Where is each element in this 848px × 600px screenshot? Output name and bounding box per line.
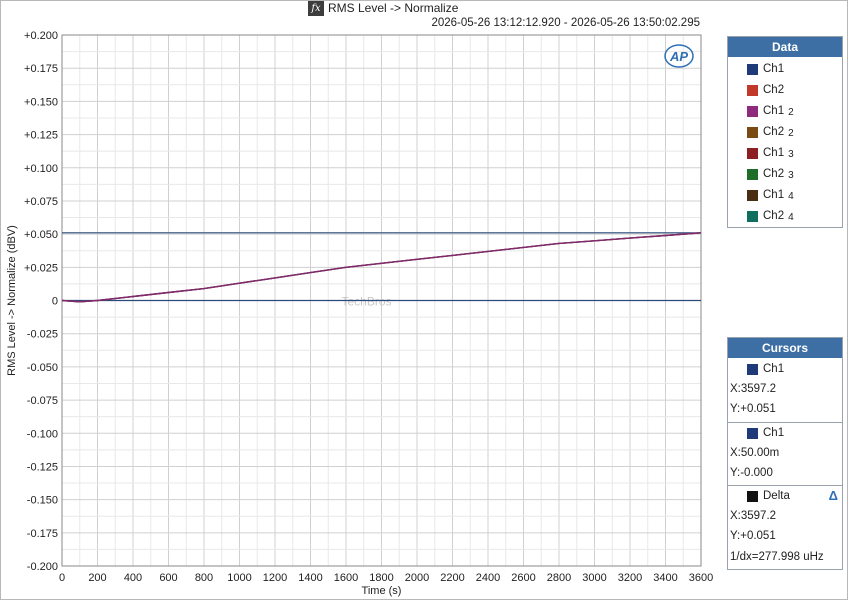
legend-swatch [747, 84, 758, 96]
legend-suffix: 2 [788, 127, 794, 139]
x-tick-label: 1000 [227, 572, 251, 584]
x-tick-label: 1200 [263, 572, 287, 584]
legend-item-ch1[interactable]: Ch1 [747, 61, 784, 77]
legend-label: Ch2 [763, 126, 785, 138]
y-tick-label: -0.125 [27, 461, 58, 473]
x-tick-label: 1600 [334, 572, 358, 584]
cursor-1-y: Y:+0.051 [730, 403, 776, 415]
legend-swatch [747, 63, 758, 75]
legend-item-ch1-2[interactable]: Ch1 2 [747, 103, 794, 119]
legend-item-ch2-2[interactable]: Ch2 2 [747, 124, 794, 140]
legend-swatch [747, 126, 758, 138]
legend-suffix: 3 [788, 169, 794, 181]
legend-label: Ch2 [763, 210, 785, 222]
y-tick-label: 0 [52, 296, 58, 308]
legend-label: Ch1 [763, 189, 785, 201]
legend-swatch [747, 189, 758, 201]
cursor-swatch [747, 427, 758, 439]
legend-item-ch1-3[interactable]: Ch1 3 [747, 145, 794, 161]
legend-item-ch2-4[interactable]: Ch2 4 [747, 208, 794, 224]
legend-suffix: 2 [788, 106, 794, 118]
legend-label: Ch1 [763, 105, 785, 117]
delta-name: Delta [747, 490, 790, 502]
x-tick-label: 2200 [440, 572, 464, 584]
legend-label: Ch1 [763, 63, 785, 75]
x-axis-label: Time (s) [362, 585, 402, 597]
y-tick-label: +0.100 [24, 163, 58, 175]
x-tick-label: 0 [59, 572, 65, 584]
x-tick-label: 1400 [298, 572, 322, 584]
legend-suffix: 3 [788, 148, 794, 160]
x-tick-label: 400 [124, 572, 142, 584]
cursor-1-block[interactable]: Ch1 X:3597.2 Y:+0.051 [728, 359, 842, 421]
cursor-1-x: X:3597.2 [730, 383, 777, 395]
x-tick-label: 2000 [405, 572, 429, 584]
legend-suffix: 4 [788, 211, 794, 223]
x-tick-label: 800 [195, 572, 213, 584]
ap-logo-text: AP [669, 49, 688, 64]
y-tick-label: +0.075 [24, 196, 58, 208]
legend-swatch [747, 105, 758, 117]
y-tick-label: +0.025 [24, 262, 58, 274]
cursor-2-y: Y:-0.000 [730, 467, 773, 479]
delta-y: Y:+0.051 [730, 530, 776, 542]
x-tick-label: 1800 [369, 572, 393, 584]
legend-label: Ch2 [763, 84, 785, 96]
x-tick-label: 200 [88, 572, 106, 584]
data-panel-header: Data [728, 37, 842, 57]
cursor-swatch [747, 363, 758, 375]
plot-svg[interactable]: 0 200 400 600 800 1000 1200 1400 1600 1800 2000 220… [0, 0, 720, 600]
legend-label: Ch1 [763, 147, 785, 159]
y-axis-label: RMS Level -> Normalize (dBV) [6, 225, 18, 376]
y-tick-label: +0.175 [24, 63, 58, 75]
y-tick-label: -0.150 [27, 495, 58, 507]
legend-suffix: 4 [788, 190, 794, 202]
x-tick-label: 2600 [511, 572, 535, 584]
delta-block[interactable]: Delta Δ X:3597.2 Y:+0.051 1/dx=277.998 u… [728, 485, 842, 570]
cursor-2-block[interactable]: Ch1 X:50.00m Y:-0.000 [728, 422, 842, 485]
legend-label: Ch2 [763, 168, 785, 180]
y-tick-label: +0.150 [24, 96, 58, 108]
cursor-label: Ch1 [763, 363, 785, 375]
y-tick-label: -0.025 [27, 329, 58, 341]
cursors-panel-header: Cursors [728, 338, 842, 358]
legend-item-ch2[interactable]: Ch2 [747, 82, 784, 98]
x-tick-label: 3200 [618, 572, 642, 584]
cursor-1-name: Ch1 [747, 363, 784, 375]
watermark-text: TechBros [342, 295, 392, 309]
legend-swatch [747, 147, 758, 159]
y-tick-label: -0.100 [27, 428, 58, 440]
x-tick-label: 3000 [582, 572, 606, 584]
data-panel: Data Ch1 Ch2 Ch1 2 Ch2 2 Ch1 3 Ch2 3 Ch1… [727, 36, 843, 228]
x-tick-label: 3600 [689, 572, 713, 584]
cursor-2-x: X:50.00m [730, 447, 780, 459]
delta-x: X:3597.2 [730, 510, 777, 522]
legend-swatch [747, 210, 758, 222]
delta-label: Delta [763, 490, 790, 502]
delta-swatch [747, 490, 758, 502]
y-tick-label: +0.050 [24, 229, 58, 241]
legend-swatch [747, 168, 758, 180]
x-tick-label: 2800 [547, 572, 571, 584]
x-tick-label: 600 [159, 572, 177, 584]
x-tick-label: 2400 [476, 572, 500, 584]
delta-icon[interactable]: Δ [829, 488, 838, 503]
y-tick-label: -0.200 [27, 561, 58, 573]
legend-item-ch2-3[interactable]: Ch2 3 [747, 166, 794, 182]
y-tick-label: -0.050 [27, 362, 58, 374]
y-tick-label: +0.125 [24, 130, 58, 142]
cursor-2-name: Ch1 [747, 427, 784, 439]
cursors-panel: Cursors Ch1 X:3597.2 Y:+0.051 Ch1 X:50.0… [727, 337, 843, 570]
y-tick-label: +0.200 [24, 30, 58, 42]
legend-item-ch1-4[interactable]: Ch1 4 [747, 187, 794, 203]
y-tick-label: -0.075 [27, 395, 58, 407]
x-tick-label: 3400 [653, 572, 677, 584]
cursor-label: Ch1 [763, 427, 785, 439]
y-tick-label: -0.175 [27, 528, 58, 540]
delta-dx: 1/dx=277.998 uHz [730, 551, 824, 563]
